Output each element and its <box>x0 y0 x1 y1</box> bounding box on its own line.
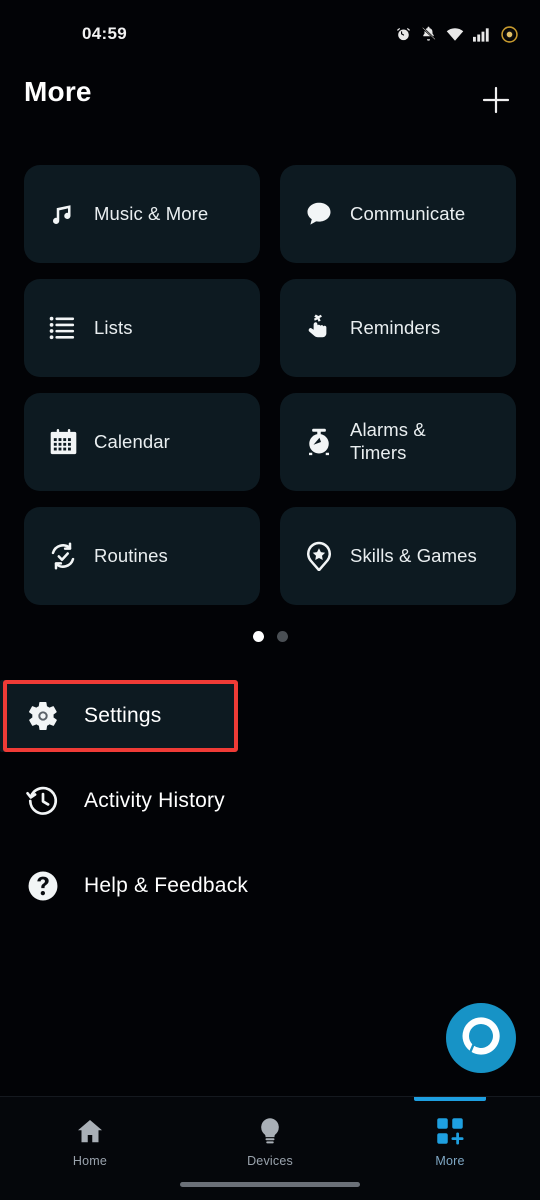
tile-calendar[interactable]: Calendar <box>24 393 260 491</box>
nav-item-more[interactable]: More <box>360 1097 540 1177</box>
tile-lists[interactable]: Lists <box>24 279 260 377</box>
nav-item-devices[interactable]: Devices <box>180 1097 360 1177</box>
pager-dot-inactive[interactable] <box>276 631 288 642</box>
list-item-settings[interactable]: Settings <box>0 680 235 752</box>
nav-item-label: More <box>435 1153 465 1168</box>
nav-item-label: Devices <box>247 1153 293 1168</box>
tile-label: Music & More <box>94 202 209 224</box>
tile-label: Reminders <box>350 316 441 338</box>
tile-skills-and-games[interactable]: Skills & Games <box>280 507 516 605</box>
tile-label: Calendar <box>94 430 170 452</box>
add-button[interactable] <box>474 80 518 124</box>
tile-communicate[interactable]: Communicate <box>280 165 516 263</box>
pager-dots[interactable] <box>0 631 540 642</box>
shortcut-grid: Music & More Communicate Lists Reminders… <box>24 165 516 605</box>
list-item-label: Activity History <box>84 789 225 812</box>
alexa-ring-icon <box>458 1013 504 1064</box>
grid-plus-icon <box>435 1113 465 1149</box>
active-tab-indicator <box>414 1097 486 1101</box>
nav-item-label: Home <box>72 1153 108 1168</box>
pin-star-icon <box>302 539 336 573</box>
tile-routines[interactable]: Routines <box>24 507 260 605</box>
cellular-signal-icon <box>473 27 492 42</box>
tile-label: Alarms & Timers <box>350 419 426 463</box>
gear-icon <box>24 697 62 735</box>
status-bar: 04:59 <box>0 0 540 62</box>
menu-list: Settings Activity History Help & Feedbac… <box>0 680 540 922</box>
pager-dot-active[interactable] <box>252 631 264 642</box>
status-icons <box>396 24 518 44</box>
lightbulb-icon <box>255 1113 285 1149</box>
bell-muted-icon <box>420 26 437 42</box>
routines-refresh-check-icon <box>46 539 80 573</box>
question-mark-circle-icon <box>24 867 62 905</box>
wifi-icon <box>446 27 464 42</box>
calendar-icon <box>46 425 80 459</box>
status-time: 04:59 <box>82 24 127 43</box>
finger-string-icon <box>302 311 336 345</box>
tile-music-and-more[interactable]: Music & More <box>24 165 260 263</box>
alarm-clock-icon <box>302 425 336 459</box>
alarm-icon <box>396 27 411 42</box>
alexa-more-screen: 04:59 More Music & More Communicate List… <box>0 0 540 1200</box>
nav-item-home[interactable]: Home <box>0 1097 180 1177</box>
tile-alarms-and-timers[interactable]: Alarms & Timers <box>280 393 516 491</box>
bottom-navigation: Home Devices More <box>0 1096 540 1200</box>
gesture-home-bar[interactable] <box>180 1182 360 1187</box>
tile-reminders[interactable]: Reminders <box>280 279 516 377</box>
list-lines-icon <box>46 311 80 345</box>
home-icon <box>75 1113 105 1149</box>
list-item-label: Help & Feedback <box>84 874 249 897</box>
tile-label: Communicate <box>350 202 466 224</box>
battery-circle-icon <box>501 25 518 43</box>
tile-label: Lists <box>94 316 133 338</box>
page-title: More <box>24 76 92 107</box>
list-item-label: Settings <box>84 704 162 727</box>
alexa-button[interactable] <box>446 1003 516 1073</box>
list-item-activity-history[interactable]: Activity History <box>0 765 540 837</box>
add-icon <box>480 84 512 121</box>
speech-bubble-icon <box>302 197 336 231</box>
page-header: More <box>0 62 540 140</box>
history-clock-icon <box>24 782 62 820</box>
tile-label: Routines <box>94 544 168 566</box>
music-note-icon <box>46 197 80 231</box>
tile-label: Skills & Games <box>350 544 477 566</box>
list-item-help-and-feedback[interactable]: Help & Feedback <box>0 850 540 922</box>
